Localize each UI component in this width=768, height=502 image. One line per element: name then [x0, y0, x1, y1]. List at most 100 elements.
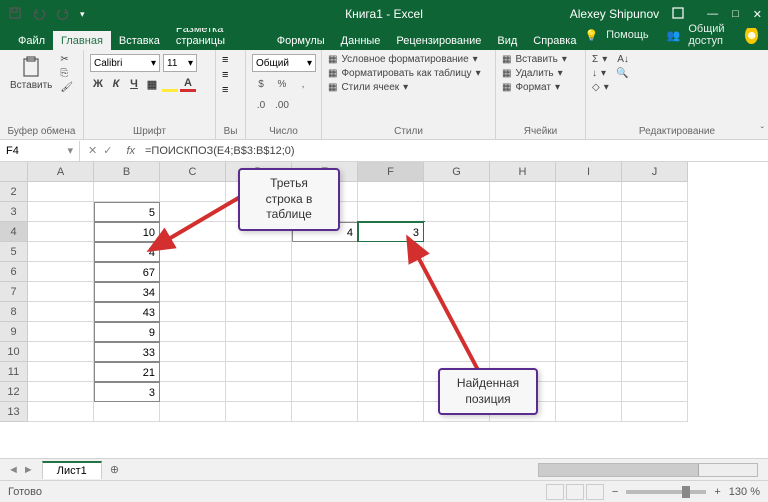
- cell[interactable]: 3: [358, 222, 424, 242]
- feedback-icon[interactable]: ☻: [745, 26, 758, 44]
- clear-button[interactable]: ◇▾: [592, 82, 629, 93]
- autosum-button[interactable]: Σ▾A↓: [592, 54, 629, 65]
- row-header[interactable]: 10: [0, 342, 28, 362]
- cell[interactable]: [358, 182, 424, 202]
- row-header[interactable]: 8: [0, 302, 28, 322]
- row-header[interactable]: 7: [0, 282, 28, 302]
- sheet-tab[interactable]: Лист1: [42, 461, 102, 479]
- fill-color-button[interactable]: [162, 76, 178, 92]
- comma-icon[interactable]: ,: [294, 75, 312, 93]
- sheet-prev-icon[interactable]: ◄: [8, 464, 19, 476]
- enter-formula-icon[interactable]: ✓: [103, 144, 112, 157]
- row-header[interactable]: 2: [0, 182, 28, 202]
- cell[interactable]: [622, 202, 688, 222]
- cell[interactable]: [556, 382, 622, 402]
- collapse-ribbon-icon[interactable]: ˇ: [761, 126, 764, 137]
- cell[interactable]: [424, 182, 490, 202]
- cell[interactable]: [424, 262, 490, 282]
- cell[interactable]: [160, 282, 226, 302]
- fx-icon[interactable]: fx: [120, 145, 141, 157]
- tab-data[interactable]: Данные: [333, 31, 389, 50]
- page-break-view-icon[interactable]: [586, 484, 604, 500]
- underline-button[interactable]: Ч: [126, 76, 142, 92]
- conditional-formatting-button[interactable]: ▦Условное форматирование▾: [328, 54, 481, 65]
- cell[interactable]: [622, 242, 688, 262]
- cell[interactable]: [28, 342, 94, 362]
- column-header[interactable]: A: [28, 162, 94, 182]
- cell[interactable]: [160, 402, 226, 422]
- column-header[interactable]: G: [424, 162, 490, 182]
- find-icon[interactable]: 🔍: [616, 68, 628, 79]
- row-header[interactable]: 9: [0, 322, 28, 342]
- cell[interactable]: [556, 282, 622, 302]
- name-box[interactable]: F4▾: [0, 141, 80, 161]
- cell[interactable]: [424, 242, 490, 262]
- save-icon[interactable]: [8, 6, 22, 23]
- cell[interactable]: [358, 282, 424, 302]
- currency-icon[interactable]: $: [252, 75, 270, 93]
- cell[interactable]: [358, 322, 424, 342]
- tab-review[interactable]: Рецензирование: [388, 31, 489, 50]
- cell[interactable]: [160, 262, 226, 282]
- cell[interactable]: [424, 342, 490, 362]
- increase-decimal-icon[interactable]: .0: [252, 96, 270, 114]
- cell[interactable]: [424, 322, 490, 342]
- cell[interactable]: [28, 302, 94, 322]
- cell[interactable]: [94, 402, 160, 422]
- font-name-dropdown[interactable]: Calibri▾: [90, 54, 160, 72]
- tab-help[interactable]: Справка: [525, 31, 584, 50]
- cell[interactable]: [556, 362, 622, 382]
- close-icon[interactable]: ✕: [753, 8, 762, 21]
- cell[interactable]: [556, 322, 622, 342]
- align-top-icon[interactable]: ≡: [222, 54, 228, 66]
- cell[interactable]: [490, 202, 556, 222]
- cell[interactable]: 3: [94, 382, 160, 402]
- cell[interactable]: [490, 182, 556, 202]
- cell[interactable]: 4: [94, 242, 160, 262]
- select-all-corner[interactable]: [0, 162, 28, 182]
- normal-view-icon[interactable]: [546, 484, 564, 500]
- cell[interactable]: [160, 242, 226, 262]
- cell[interactable]: [358, 342, 424, 362]
- cell[interactable]: [556, 302, 622, 322]
- zoom-level[interactable]: 130 %: [729, 486, 760, 498]
- cell[interactable]: [292, 302, 358, 322]
- row-header[interactable]: 4: [0, 222, 28, 242]
- add-sheet-icon[interactable]: ⊕: [102, 463, 127, 476]
- cell[interactable]: [358, 242, 424, 262]
- maximize-icon[interactable]: □: [732, 8, 739, 21]
- format-as-table-button[interactable]: ▦Форматировать как таблицу▾: [328, 68, 481, 79]
- tellme-icon[interactable]: 💡: [584, 29, 598, 42]
- cancel-formula-icon[interactable]: ✕: [88, 144, 97, 157]
- column-header[interactable]: H: [490, 162, 556, 182]
- column-header[interactable]: F: [358, 162, 424, 182]
- cell[interactable]: [160, 342, 226, 362]
- cell[interactable]: [490, 262, 556, 282]
- qat-dropdown-icon[interactable]: ▾: [80, 9, 85, 20]
- cell[interactable]: [622, 302, 688, 322]
- share-icon[interactable]: 👥: [667, 29, 681, 42]
- cell[interactable]: [28, 242, 94, 262]
- cell[interactable]: [28, 322, 94, 342]
- sheet-next-icon[interactable]: ►: [23, 464, 34, 476]
- cell[interactable]: [424, 202, 490, 222]
- cell[interactable]: [226, 382, 292, 402]
- cell[interactable]: [556, 402, 622, 422]
- number-format-dropdown[interactable]: Общий▾: [252, 54, 316, 72]
- cell[interactable]: [358, 262, 424, 282]
- cell[interactable]: [622, 402, 688, 422]
- cell[interactable]: [622, 342, 688, 362]
- minimize-icon[interactable]: —: [707, 8, 718, 21]
- cell[interactable]: [490, 302, 556, 322]
- user-name[interactable]: Alexey Shipunov: [570, 7, 659, 21]
- align-left-icon[interactable]: ≡: [222, 84, 228, 96]
- delete-cells-button[interactable]: ▦Удалить▾: [502, 68, 567, 79]
- cell[interactable]: [490, 322, 556, 342]
- cell[interactable]: 10: [94, 222, 160, 242]
- zoom-out-icon[interactable]: −: [612, 486, 618, 498]
- cell[interactable]: [424, 222, 490, 242]
- cell[interactable]: [28, 402, 94, 422]
- copy-icon[interactable]: ⎘: [60, 68, 73, 79]
- font-size-dropdown[interactable]: 11▾: [163, 54, 197, 72]
- cell[interactable]: [490, 342, 556, 362]
